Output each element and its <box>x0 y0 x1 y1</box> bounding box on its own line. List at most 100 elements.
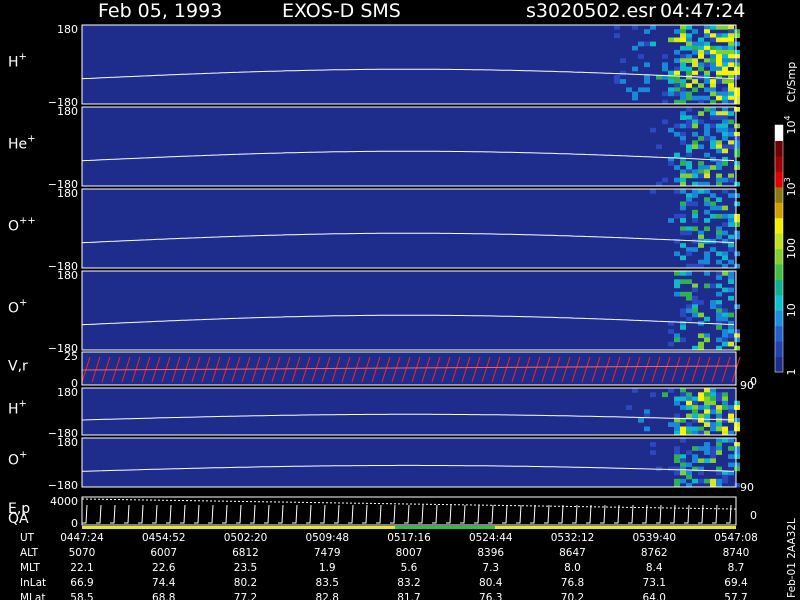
heat-cell <box>716 79 722 84</box>
heat-cell <box>704 95 710 101</box>
heat-cell <box>686 474 692 480</box>
heat-cell <box>722 70 728 76</box>
heat-cell <box>686 413 692 419</box>
panel-0-ytick-top: 180 <box>57 23 78 36</box>
heat-cell <box>662 177 668 183</box>
heat-cell <box>716 230 722 236</box>
heat-cell <box>728 49 734 55</box>
heat-cell <box>734 54 740 59</box>
heat-cell <box>716 396 722 402</box>
heat-cell <box>644 426 650 432</box>
heat-cell <box>698 173 704 179</box>
heat-cell <box>734 95 740 101</box>
heat-cell <box>704 409 710 415</box>
heat-cell <box>698 66 704 72</box>
heat-cell <box>704 201 710 207</box>
footer-cell: 76.3 <box>479 592 502 600</box>
heat-cell <box>686 83 692 88</box>
heat-cell <box>710 58 716 63</box>
heat-cell <box>716 140 722 145</box>
colorbar-segment <box>775 294 783 311</box>
heat-cell <box>722 95 728 101</box>
heat-cell <box>716 37 722 43</box>
heat-cell <box>698 49 704 55</box>
heat-cell <box>698 41 704 47</box>
heat-cell <box>680 25 686 30</box>
heat-cell <box>680 29 686 34</box>
heat-cell <box>692 131 698 137</box>
heat-cell <box>674 49 680 55</box>
heat-cell <box>728 462 734 468</box>
heat-cell <box>656 144 662 150</box>
heat-cell <box>734 446 740 451</box>
footer-cell: 66.9 <box>70 577 93 589</box>
heat-cell <box>680 388 686 393</box>
heat-cell <box>716 422 722 427</box>
heat-cell <box>716 197 722 202</box>
heat-cell <box>716 123 722 129</box>
heat-cell <box>722 148 728 154</box>
heat-cell <box>734 131 740 137</box>
heat-cell <box>722 66 728 72</box>
heat-cell <box>680 308 686 314</box>
footer-cell: 0509:48 <box>305 532 349 544</box>
colorbar-tick-3: 103 <box>783 177 798 196</box>
footer-cell: 6812 <box>232 547 259 559</box>
footer-cell: 5.6 <box>401 562 418 574</box>
heat-cell <box>728 243 734 248</box>
heat-cell <box>638 417 644 423</box>
heat-cell <box>734 41 740 47</box>
heat-cell <box>680 140 686 145</box>
footer-cell: 68.8 <box>152 592 175 600</box>
heat-cell <box>710 478 716 484</box>
panel-7-label2: QA <box>8 511 29 527</box>
heat-cell <box>716 470 722 476</box>
heat-cell <box>680 291 686 297</box>
heat-cell <box>722 238 728 244</box>
heat-cell <box>722 400 728 406</box>
heat-cell <box>728 405 734 410</box>
heat-cell <box>680 33 686 38</box>
heat-cell <box>728 446 734 451</box>
heat-cell <box>692 193 698 198</box>
heat-cell <box>728 295 734 301</box>
heat-cell <box>668 37 674 43</box>
heat-cell <box>674 478 680 484</box>
heat-cell <box>686 165 692 170</box>
heat-cell <box>728 83 734 88</box>
heat-cell <box>734 230 740 236</box>
heat-cell <box>734 66 740 72</box>
heat-cell <box>668 341 674 347</box>
heat-cell <box>710 213 716 219</box>
heat-cell <box>668 91 674 97</box>
heat-cell <box>710 283 716 289</box>
heat-cell <box>722 115 728 120</box>
heat-cell <box>716 213 722 219</box>
heat-cell <box>734 251 740 257</box>
heat-cell <box>734 29 740 34</box>
heat-cell <box>716 33 722 38</box>
heat-cell <box>722 222 728 227</box>
heat-cell <box>686 308 692 314</box>
heat-cell <box>674 213 680 219</box>
colorbar-tick-4-sup: 4 <box>783 115 792 120</box>
heat-cell <box>704 189 710 194</box>
footer-cell: 80.2 <box>234 577 257 589</box>
heat-cell <box>734 165 740 170</box>
heat-cell <box>716 226 722 232</box>
heat-cell <box>692 70 698 76</box>
heat-cell <box>686 74 692 80</box>
heat-cell <box>728 173 734 179</box>
heat-cell <box>680 438 686 443</box>
heat-cell <box>716 405 722 410</box>
panel-2: 180−180O++ <box>8 187 740 273</box>
heat-cell <box>686 41 692 47</box>
heat-cell <box>680 91 686 97</box>
heat-cell <box>698 392 704 398</box>
heat-cell <box>686 396 692 402</box>
heat-cell <box>698 37 704 43</box>
heat-cell <box>734 87 740 93</box>
heat-cell <box>722 119 728 125</box>
heat-cell <box>686 392 692 398</box>
heat-cell <box>722 205 728 211</box>
